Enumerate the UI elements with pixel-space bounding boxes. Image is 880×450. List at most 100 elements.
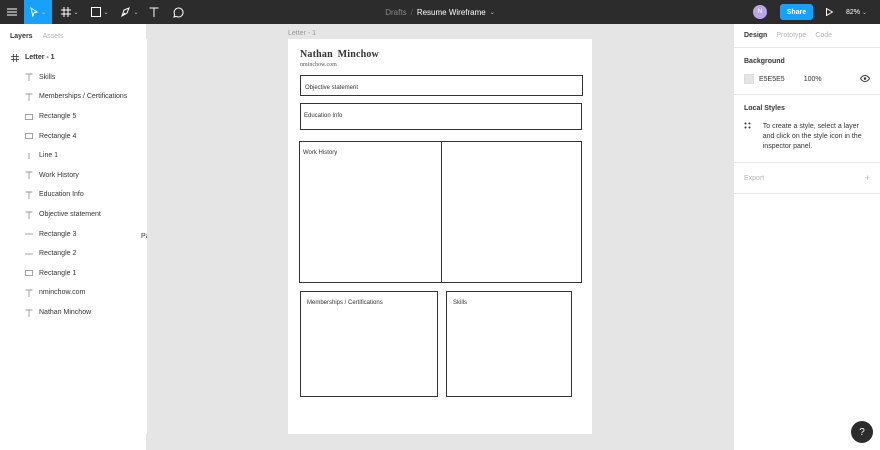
education-box[interactable]: Education Info [300, 103, 582, 130]
background-hex[interactable]: E5E5E5 [759, 76, 785, 83]
text-icon [24, 308, 34, 318]
local-styles-hint: To create a style, select a layer and cl… [744, 122, 870, 152]
pen-icon [121, 7, 131, 17]
style-grid-icon [744, 122, 754, 152]
layer-item[interactable]: Rectangle 4 [0, 126, 146, 146]
work-history-label: Work History [303, 150, 338, 156]
line-icon [24, 249, 34, 259]
move-icon [30, 7, 39, 17]
text-icon [24, 72, 34, 82]
layer-item[interactable]: Work History [0, 166, 146, 186]
layer-frame[interactable]: Letter - 1 [0, 48, 146, 68]
export-row: Export + [744, 173, 870, 183]
breadcrumb: Drafts / Resume Wireframe ⌄ [360, 0, 520, 24]
layer-item[interactable]: Education Info [0, 185, 146, 205]
tab-code[interactable]: Code [815, 32, 832, 39]
chevron-down-icon: ⌄ [103, 9, 109, 16]
memberships-label: Memberships / Certifications [307, 300, 383, 306]
objective-box[interactable]: Objective statement [300, 75, 583, 96]
background-swatch[interactable] [744, 74, 754, 84]
line-icon [24, 151, 34, 161]
text-tool-button[interactable] [144, 0, 164, 24]
zoom-dropdown[interactable]: 82% ⌄ [846, 0, 867, 24]
layer-name: nminchow.com [39, 289, 86, 297]
layer-name: Rectangle 1 [39, 269, 77, 277]
export-label: Export [744, 174, 765, 182]
eye-icon[interactable] [859, 74, 871, 84]
frame-tool-button[interactable]: ⌄ [56, 0, 84, 24]
background-section: Background E5E5E5 100% [734, 48, 880, 95]
layer-item[interactable]: Objective statement [0, 205, 146, 225]
layer-item[interactable]: Nathan Minchow [0, 303, 146, 323]
breadcrumb-team[interactable]: Drafts [385, 8, 406, 17]
move-tool-button[interactable]: ⌄ [24, 0, 52, 24]
play-icon [825, 8, 833, 16]
comment-icon [172, 6, 184, 18]
frame-label[interactable]: Letter - 1 [288, 30, 316, 37]
layer-name: Rectangle 4 [39, 132, 77, 140]
menu-icon [7, 8, 17, 16]
rectangle-icon [24, 112, 34, 122]
chevron-down-icon: ⌄ [862, 9, 868, 16]
main-menu-button[interactable] [0, 0, 24, 24]
line-icon [24, 229, 34, 239]
text-icon [149, 7, 159, 17]
rectangle-icon [24, 131, 34, 141]
right-panel-tabs: Design Prototype Code [734, 24, 880, 48]
layers-panel: Layers Assets Page 1 ⌄ Letter - 1 Skills… [0, 24, 445, 450]
divider-line[interactable] [441, 142, 442, 282]
layer-item[interactable]: Rectangle 3 [0, 224, 146, 244]
layer-item[interactable]: Rectangle 2 [0, 244, 146, 264]
local-styles-section: Local Styles To create a style, select a… [734, 95, 880, 163]
work-history-box[interactable]: Work History [299, 141, 582, 283]
layer-list: Skills Memberships / Certifications Rectan… [0, 68, 146, 323]
chevron-down-icon: ⌄ [73, 9, 79, 16]
background-opacity[interactable]: 100% [804, 76, 822, 83]
layer-item[interactable]: nminchow.com [0, 283, 146, 303]
file-name[interactable]: Resume Wireframe [417, 8, 486, 17]
avatar[interactable]: N [753, 5, 767, 19]
present-button[interactable] [822, 0, 836, 24]
background-row: E5E5E5 100% [744, 74, 871, 84]
top-toolbar: ⌄ ⌄ ⌄ ⌄ Drafts / Resume Wireframe ⌄ N Sh… [0, 0, 880, 24]
layer-item[interactable]: Skills [0, 68, 146, 88]
layer-name: Line 1 [39, 152, 59, 160]
layer-name: Rectangle 2 [39, 250, 77, 258]
canvas[interactable]: Letter - 1 Nathan Minchow nminchow.com O… [147, 24, 733, 450]
education-label: Education Info [304, 113, 343, 119]
chevron-down-icon: ⌄ [40, 9, 47, 16]
tab-layers[interactable]: Layers [10, 33, 33, 40]
text-icon [24, 190, 34, 200]
resume-name[interactable]: Nathan Minchow [300, 49, 379, 60]
layer-item[interactable]: Rectangle 5 [0, 107, 146, 127]
layer-item[interactable]: Memberships / Certifications [0, 87, 146, 107]
export-section: Export + [734, 163, 880, 194]
add-export-button[interactable]: + [865, 173, 870, 183]
chevron-down-icon[interactable]: ⌄ [490, 9, 495, 16]
layer-name: Education Info [39, 191, 84, 199]
background-title: Background [744, 58, 785, 65]
layer-name: Memberships / Certifications [39, 93, 128, 101]
local-styles-title: Local Styles [744, 105, 785, 112]
rectangle-icon [24, 268, 34, 278]
text-icon [24, 210, 34, 220]
tab-prototype[interactable]: Prototype [776, 32, 806, 39]
text-icon [24, 170, 34, 180]
shape-tool-button[interactable]: ⌄ [86, 0, 114, 24]
pen-tool-button[interactable]: ⌄ [116, 0, 144, 24]
layer-name: Letter - 1 [25, 54, 55, 62]
letter-frame[interactable]: Nathan Minchow nminchow.com Objective st… [288, 39, 592, 434]
tab-design[interactable]: Design [744, 32, 767, 39]
memberships-box[interactable]: Memberships / Certifications [300, 291, 438, 397]
breadcrumb-separator: / [410, 7, 413, 17]
local-styles-text: To create a style, select a layer and cl… [762, 123, 862, 150]
layer-item[interactable]: Line 1 [0, 146, 146, 166]
skills-box[interactable]: Skills [446, 291, 572, 397]
tab-assets[interactable]: Assets [43, 33, 64, 40]
layer-item[interactable]: Rectangle 1 [0, 264, 146, 284]
resume-website[interactable]: nminchow.com [300, 62, 337, 68]
help-button[interactable]: ? [851, 421, 873, 443]
objective-label: Objective statement [305, 85, 359, 91]
share-button[interactable]: Share [780, 4, 813, 20]
comment-tool-button[interactable] [166, 0, 190, 24]
